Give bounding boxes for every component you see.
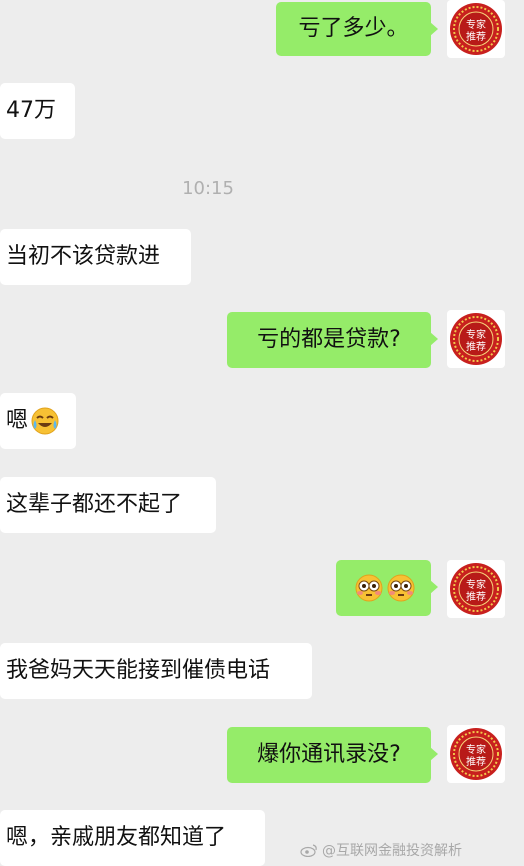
- message-text: 亏的都是贷款?: [257, 327, 401, 352]
- avatar-top-text: 专家: [466, 743, 486, 756]
- incoming-message-bubble[interactable]: 嗯，亲戚朋友都知道了: [0, 810, 265, 866]
- incoming-message-bubble[interactable]: 我爸妈天天能接到催债电话: [0, 643, 312, 699]
- incoming-message-bubble[interactable]: 这辈子都还不起了: [0, 477, 216, 533]
- timestamp: 10:15: [182, 178, 234, 199]
- avatar-bottom-text: 推荐: [466, 755, 486, 768]
- incoming-message-bubble[interactable]: 嗯: [0, 393, 76, 449]
- outgoing-message-bubble[interactable]: [336, 560, 438, 616]
- chat-conversation[interactable]: 亏了多少。 专家 推荐 47万 10:15 当初不该贷款进 亏的都是贷款? 专家…: [0, 0, 524, 866]
- expert-seal-icon: 专家 推荐: [450, 728, 502, 780]
- message-text: 47万: [6, 98, 56, 123]
- expert-seal-icon: 专家 推荐: [450, 3, 502, 55]
- incoming-message-bubble[interactable]: 47万: [0, 83, 75, 139]
- avatar-top-text: 专家: [466, 18, 486, 31]
- avatar[interactable]: 专家 推荐: [447, 0, 505, 58]
- expert-seal-icon: 专家 推荐: [450, 563, 502, 615]
- watermark-text: @互联网金融投资解析: [322, 843, 462, 859]
- message-text: 我爸妈天天能接到催债电话: [6, 658, 271, 683]
- crying-laughing-emoji-icon: [30, 406, 60, 436]
- avatar-top-text: 专家: [466, 328, 486, 341]
- flushed-face-emoji-icon: [354, 573, 384, 603]
- avatar[interactable]: 专家 推荐: [447, 310, 505, 368]
- outgoing-message-bubble[interactable]: 亏了多少。: [276, 2, 438, 56]
- watermark: @互联网金融投资解析: [300, 840, 462, 860]
- avatar-bottom-text: 推荐: [466, 590, 486, 603]
- incoming-message-bubble[interactable]: 当初不该贷款进: [0, 229, 191, 285]
- expert-seal-icon: 专家 推荐: [450, 313, 502, 365]
- avatar-bottom-text: 推荐: [466, 340, 486, 353]
- message-text: 这辈子都还不起了: [6, 492, 183, 517]
- avatar[interactable]: 专家 推荐: [447, 560, 505, 618]
- flushed-face-emoji-icon: [386, 573, 416, 603]
- outgoing-message-bubble[interactable]: 爆你通讯录没?: [227, 727, 438, 783]
- message-text: 当初不该贷款进: [6, 244, 161, 269]
- outgoing-message-bubble[interactable]: 亏的都是贷款?: [227, 312, 438, 368]
- message-text: 爆你通讯录没?: [257, 742, 401, 767]
- weibo-icon: [300, 843, 318, 858]
- avatar-top-text: 专家: [466, 578, 486, 591]
- avatar-bottom-text: 推荐: [466, 30, 486, 43]
- message-text: 嗯，亲戚朋友都知道了: [6, 825, 227, 850]
- message-text: 嗯: [6, 408, 29, 433]
- avatar[interactable]: 专家 推荐: [447, 725, 505, 783]
- message-text: 亏了多少。: [298, 16, 409, 41]
